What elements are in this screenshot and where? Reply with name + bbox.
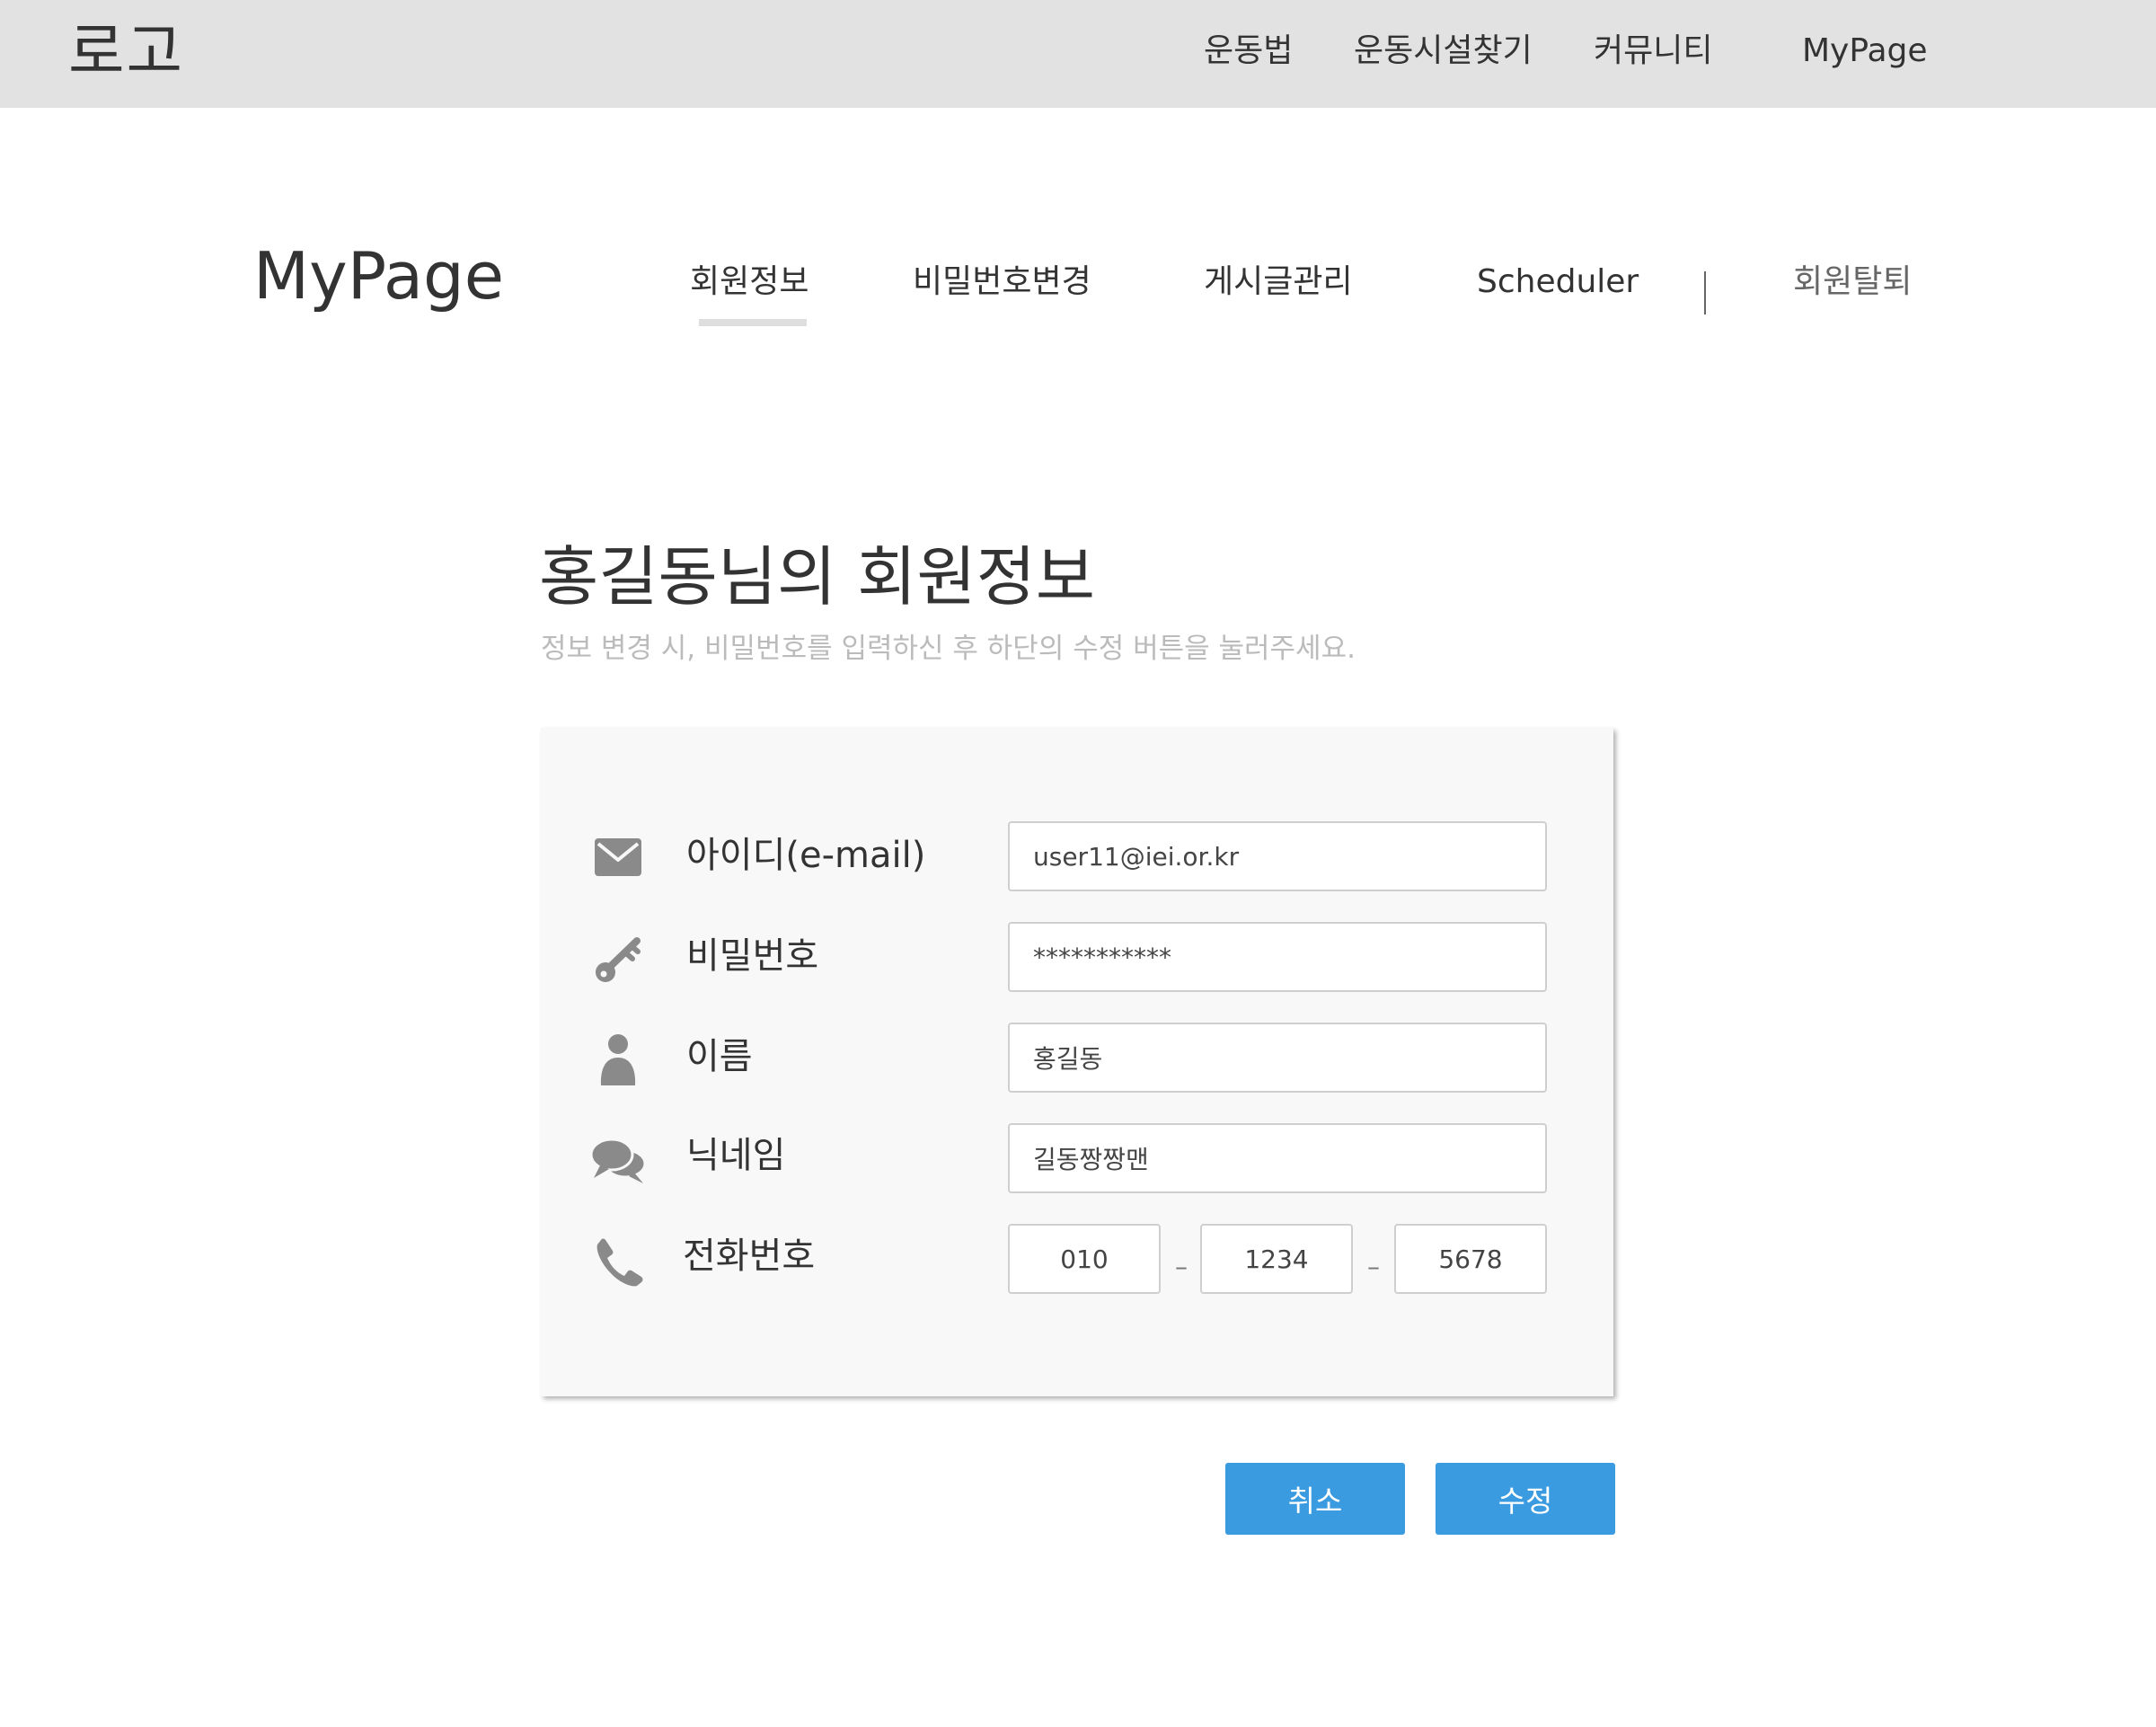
tab-scheduler[interactable]: Scheduler bbox=[1477, 259, 1639, 306]
top-navigation-bar: 로고 운동법 운동시설찾기 커뮤니티 MyPage bbox=[0, 0, 2156, 108]
password-label: 비밀번호 bbox=[686, 935, 819, 977]
active-tab-indicator bbox=[699, 319, 807, 326]
chat-bubbles-icon bbox=[589, 1132, 647, 1190]
submit-edit-button[interactable]: 수정 bbox=[1436, 1463, 1615, 1535]
phone-separator: – bbox=[1175, 1252, 1188, 1281]
logo[interactable]: 로고 bbox=[68, 13, 184, 93]
name-label: 이름 bbox=[686, 1036, 753, 1077]
phone-part2-field[interactable] bbox=[1200, 1224, 1353, 1294]
person-icon bbox=[589, 1032, 647, 1089]
member-info-heading: 홍길동님의 회원정보 bbox=[539, 539, 1096, 615]
phone-icon bbox=[589, 1233, 647, 1290]
phone-part3-field[interactable] bbox=[1394, 1224, 1547, 1294]
nickname-field[interactable] bbox=[1008, 1123, 1547, 1193]
envelope-icon bbox=[589, 828, 647, 886]
nav-item-community[interactable]: 커뮤니티 bbox=[1594, 29, 1712, 74]
tab-member-info[interactable]: 회원정보 bbox=[690, 259, 808, 306]
nav-item-mypage[interactable]: MyPage bbox=[1802, 29, 1928, 74]
page-title: MyPage bbox=[253, 238, 505, 314]
nav-item-exercise-methods[interactable]: 운동법 bbox=[1204, 29, 1293, 74]
email-label: 아이디(e-mail) bbox=[686, 835, 926, 876]
password-field[interactable] bbox=[1008, 922, 1547, 992]
tab-change-password[interactable]: 비밀번호변경 bbox=[913, 259, 1091, 306]
tab-manage-posts[interactable]: 게시글관리 bbox=[1204, 259, 1353, 306]
member-info-form: 아이디(e-mail) 비밀번호 이름 닉네임 bbox=[541, 728, 1613, 1396]
tab-withdraw-membership[interactable]: 회원탈퇴 bbox=[1793, 259, 1912, 306]
tab-divider bbox=[1704, 271, 1706, 314]
nav-item-find-facilities[interactable]: 운동시설찾기 bbox=[1354, 29, 1533, 74]
key-icon bbox=[589, 931, 647, 988]
phone-separator: – bbox=[1367, 1252, 1380, 1281]
name-field[interactable] bbox=[1008, 1023, 1547, 1093]
cancel-button[interactable]: 취소 bbox=[1225, 1463, 1405, 1535]
email-field[interactable] bbox=[1008, 821, 1547, 891]
member-info-instructions: 정보 변경 시, 비밀번호를 입력하신 후 하단의 수정 버튼을 눌러주세요. bbox=[541, 633, 1356, 665]
nickname-label: 닉네임 bbox=[686, 1135, 786, 1176]
phone-label: 전화번호 bbox=[683, 1235, 816, 1277]
phone-part1-field[interactable] bbox=[1008, 1224, 1161, 1294]
